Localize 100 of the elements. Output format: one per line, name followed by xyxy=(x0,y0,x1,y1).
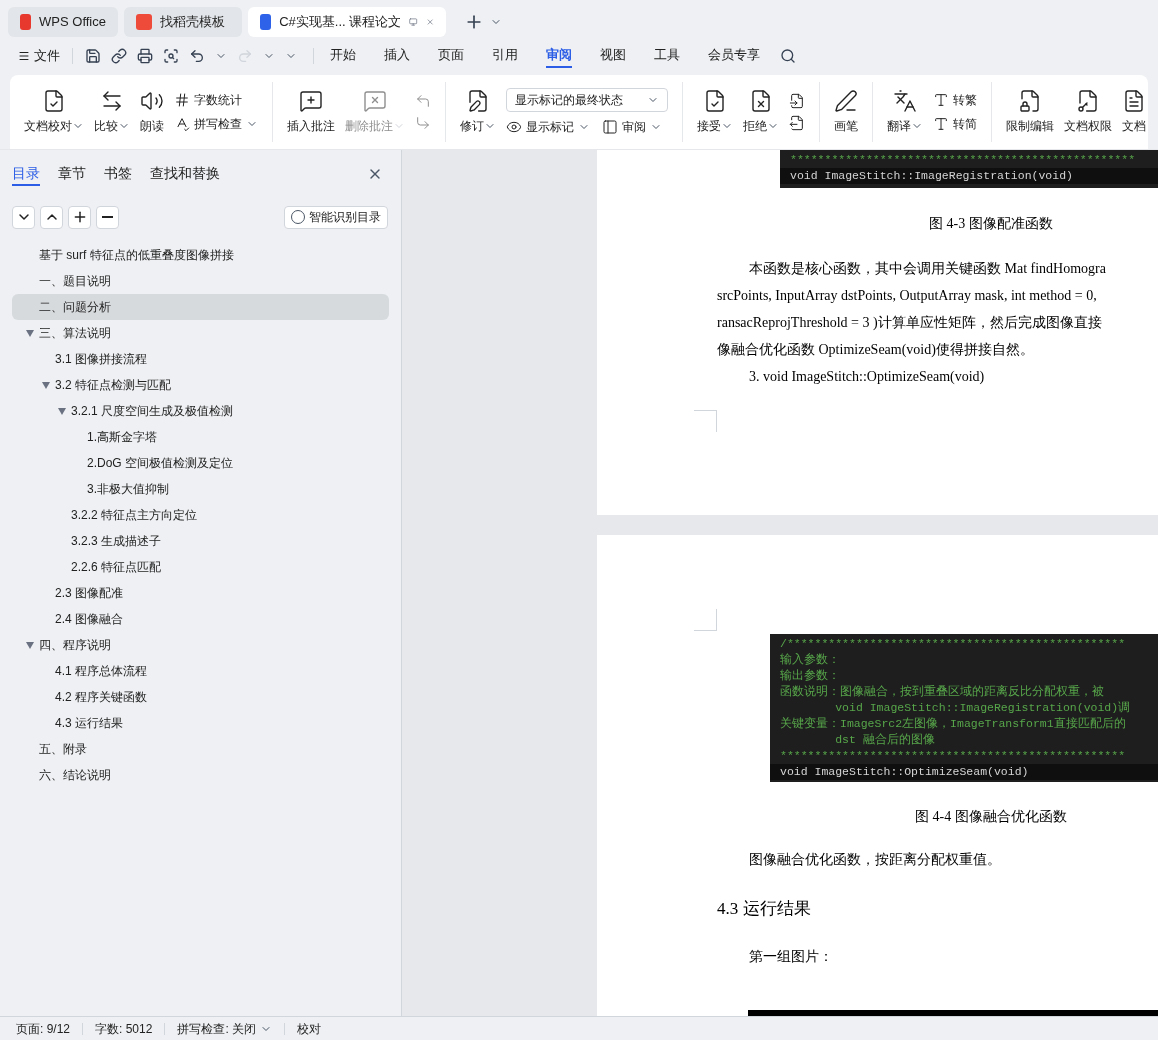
toc-item[interactable]: 3.非极大值抑制 xyxy=(12,476,389,502)
ribbon-button[interactable]: 画笔 xyxy=(834,89,858,135)
code-line: 关键变量：ImageSrc2左图像，ImageTransform1直接匹配后的 xyxy=(779,716,1127,732)
menu-tab[interactable]: 页面 xyxy=(438,44,464,68)
ribbon-button[interactable]: 转繁 xyxy=(933,91,977,109)
pane-tab[interactable]: 目录 xyxy=(12,162,40,186)
toc-item[interactable]: 4.1 程序总体流程 xyxy=(12,658,389,684)
code-line: /************************************************* xyxy=(779,636,1127,652)
code-line: 输出参数： xyxy=(779,668,841,684)
comment-x-icon xyxy=(363,89,387,113)
toc-item[interactable]: 1.高斯金字塔 xyxy=(12,424,389,450)
collapse-up-button[interactable] xyxy=(40,205,63,229)
toc-item[interactable]: 3.2.3 生成描述子 xyxy=(12,528,389,554)
toc-item[interactable]: 五、附录 xyxy=(12,736,389,762)
number-icon xyxy=(174,92,190,108)
pane-tab[interactable]: 书签 xyxy=(104,162,132,186)
toc-item[interactable]: 4.2 程序关键函数 xyxy=(12,684,389,710)
code-line: dst 融合后的图像 xyxy=(834,732,936,748)
menu-tab[interactable]: 开始 xyxy=(330,44,356,68)
toc-item[interactable]: 3.2 特征点检测与匹配 xyxy=(12,372,389,398)
document-tab[interactable]: 找稻壳模板 xyxy=(124,7,242,37)
ribbon-button[interactable]: 比较 xyxy=(94,89,130,135)
search-icon[interactable] xyxy=(780,48,796,64)
remove-button[interactable] xyxy=(96,205,119,229)
pane-tab[interactable]: 章节 xyxy=(58,162,86,186)
ribbon-button[interactable]: 接受 xyxy=(697,89,733,135)
figure-caption: 图 4-4 图像融合优化函数 xyxy=(914,808,1068,826)
toc-item[interactable]: 3.2.1 尺度空间生成及极值检测 xyxy=(12,398,389,424)
menu-tab[interactable]: 引用 xyxy=(492,44,518,68)
ribbon-button[interactable]: 文档权限 xyxy=(1064,89,1112,135)
save-icon[interactable] xyxy=(85,48,101,64)
menu-tab[interactable]: 视图 xyxy=(600,44,626,68)
document-in-icon[interactable] xyxy=(789,93,805,109)
paragraph: 第一组图片： xyxy=(748,947,834,966)
menu-tab[interactable]: 审阅 xyxy=(546,44,572,68)
toc-item[interactable]: 4.3 运行结果 xyxy=(12,710,389,736)
toc-item[interactable]: 二、问题分析 xyxy=(12,294,389,320)
status-item[interactable]: 页面: 9/12 xyxy=(16,1019,71,1038)
print-icon[interactable] xyxy=(137,48,153,64)
paragraph-line: ransacReprojThreshold = 3 )计算单应性矩阵，然后完成图像直接 xyxy=(717,314,1103,332)
figure-caption: 图 4-3 图像配准函数 xyxy=(928,215,1054,233)
ribbon-button[interactable]: 拼写检查 xyxy=(174,115,258,133)
ribbon-button[interactable]: 字数统计 xyxy=(174,91,242,109)
add-button[interactable] xyxy=(68,205,91,229)
document-icon xyxy=(1122,89,1146,113)
document-check-icon xyxy=(42,89,66,113)
document-tab[interactable]: C#实现基... 课程论文 xyxy=(248,7,446,37)
ribbon-button[interactable]: 翻译 xyxy=(887,89,923,135)
toc-item[interactable]: 3.1 图像拼接流程 xyxy=(12,346,389,372)
monitor-icon[interactable] xyxy=(409,16,418,28)
toc-item[interactable]: 2.4 图像融合 xyxy=(12,606,389,632)
list-item: 3. void ImageStitch::OptimizeSeam(void) xyxy=(748,368,986,386)
document-out-icon[interactable] xyxy=(789,115,805,131)
toc-item[interactable]: 一、题目说明 xyxy=(12,268,389,294)
expand-down-button[interactable] xyxy=(12,205,35,229)
toc-item[interactable]: 四、程序说明 xyxy=(12,632,389,658)
toc-item[interactable]: 三、算法说明 xyxy=(12,320,389,346)
markup-dropdown[interactable]: 显示标记的最终状态 xyxy=(506,88,668,112)
expanded-triangle-icon[interactable] xyxy=(42,381,50,389)
toc-item[interactable]: 2.2.6 特征点匹配 xyxy=(12,554,389,580)
ribbon-button[interactable]: 朗读 xyxy=(140,89,164,135)
app-logo-icon xyxy=(136,14,152,30)
toc-item[interactable]: 2.3 图像配准 xyxy=(12,580,389,606)
pen-icon xyxy=(834,89,858,113)
toc-item[interactable]: 六、结论说明 xyxy=(12,762,389,788)
menu-tab[interactable]: 工具 xyxy=(654,44,680,68)
paragraph-line: 本函数是核心函数，其中会调用关键函数 Mat findHomogra xyxy=(748,260,1107,278)
document-x-icon xyxy=(749,89,773,113)
expanded-triangle-icon[interactable] xyxy=(26,329,34,337)
app-logo-icon xyxy=(260,14,272,30)
expanded-triangle-icon[interactable] xyxy=(58,407,66,415)
preview-icon[interactable] xyxy=(163,48,179,64)
ribbon-button[interactable]: 限制编辑 xyxy=(1006,89,1054,135)
status-item[interactable]: 校对 xyxy=(297,1019,322,1038)
menu-icon xyxy=(18,50,30,62)
ribbon-button[interactable]: 文档校对 xyxy=(24,89,84,135)
document-tab[interactable]: WPS Office xyxy=(8,7,118,37)
comment-plus-icon xyxy=(299,89,323,113)
status-item[interactable]: 拼写检查: 关闭 xyxy=(177,1019,273,1038)
menu-tab[interactable]: 会员专享 xyxy=(708,44,760,68)
link-icon[interactable] xyxy=(111,48,127,64)
ribbon-button[interactable]: 显示标记 xyxy=(506,118,590,136)
status-item[interactable]: 字数: 5012 xyxy=(95,1019,153,1038)
toc-item[interactable]: 3.2.2 特征点主方向定位 xyxy=(12,502,389,528)
menu-tab[interactable]: 插入 xyxy=(384,44,410,68)
file-menu-button[interactable]: 文件 xyxy=(18,46,60,66)
expanded-triangle-icon[interactable] xyxy=(26,641,34,649)
ribbon-button[interactable]: 审阅 xyxy=(602,118,662,136)
toc-item[interactable]: 基于 surf 特征点的低重叠度图像拼接 xyxy=(12,242,389,268)
ribbon-button[interactable]: 转简 xyxy=(933,115,977,133)
document-pen-icon xyxy=(466,89,490,113)
toc-item[interactable]: 2.DoG 空间极值检测及定位 xyxy=(12,450,389,476)
ribbon-button[interactable]: 文档 xyxy=(1122,89,1146,135)
ribbon-button[interactable]: 修订 xyxy=(460,89,496,135)
smart-toc-button[interactable]: 智能识别目录 xyxy=(284,205,388,229)
ribbon-button[interactable]: 拒绝 xyxy=(743,89,779,135)
undo-icon[interactable] xyxy=(189,48,205,64)
ribbon-button[interactable]: 插入批注 xyxy=(287,89,335,135)
pane-tab[interactable]: 查找和替换 xyxy=(150,162,220,186)
minus-icon xyxy=(102,216,113,218)
